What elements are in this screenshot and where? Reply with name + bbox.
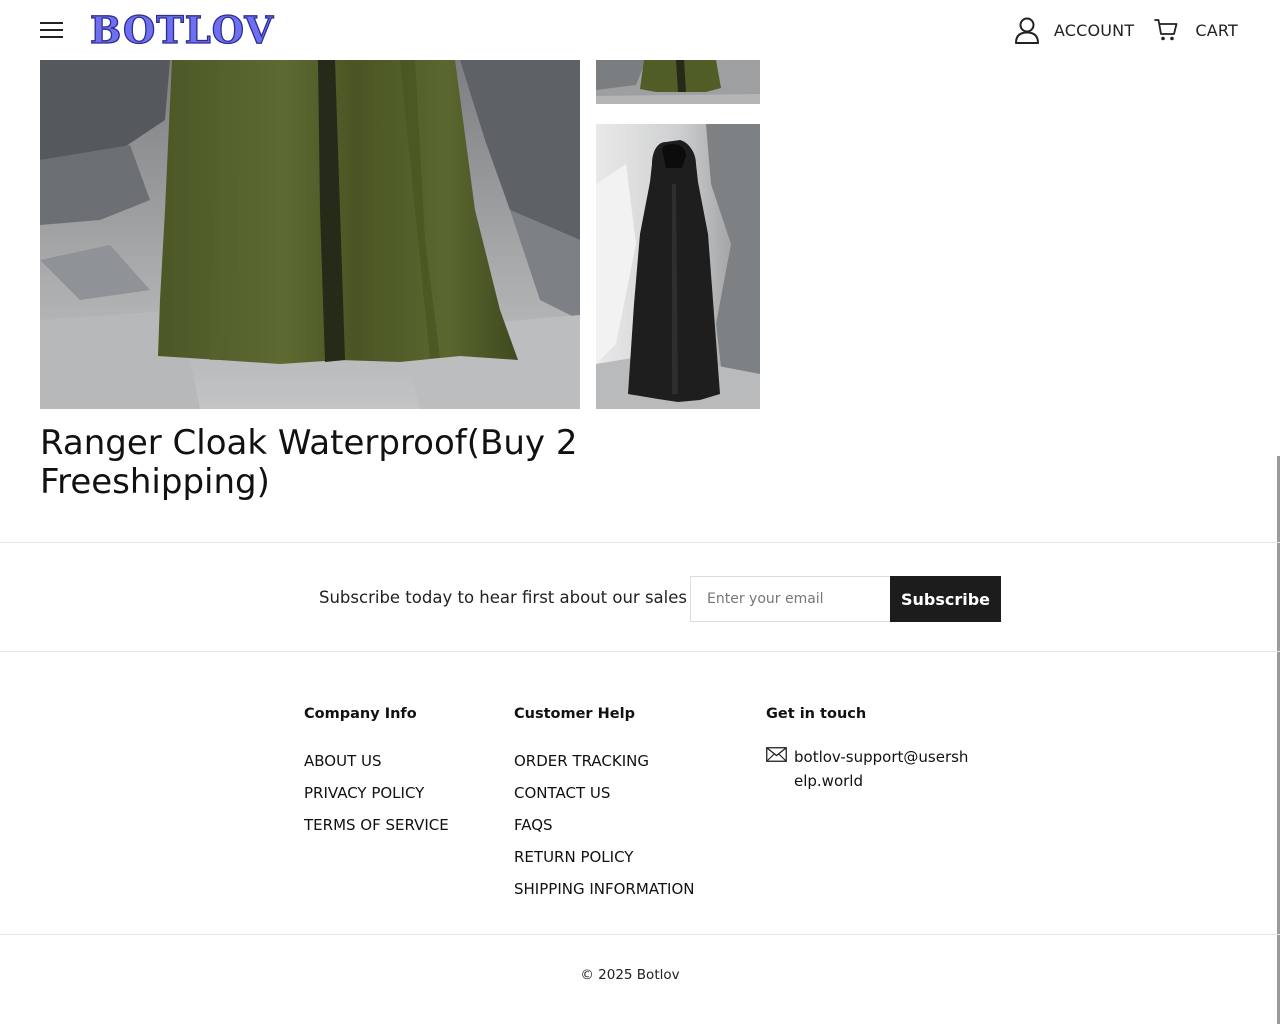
copyright-text: © 2025 Botlov xyxy=(580,967,680,983)
site-header: BOTLOV ACCOUNT CART xyxy=(0,0,1278,60)
envelope-icon xyxy=(766,747,787,762)
account-link[interactable]: ACCOUNT xyxy=(1014,16,1134,44)
user-icon xyxy=(1014,17,1039,44)
account-label: ACCOUNT xyxy=(1053,20,1135,40)
footer-link-about-us[interactable]: ABOUT US xyxy=(304,745,449,777)
product-title: Ranger Cloak Waterproof(Buy 2 Freeshippi… xyxy=(40,423,578,502)
shopping-cart-icon xyxy=(1154,19,1178,41)
site-logo[interactable]: BOTLOV xyxy=(89,7,274,52)
footer-link-faqs[interactable]: FAQS xyxy=(514,809,695,841)
footer-link-privacy-policy[interactable]: PRIVACY POLICY xyxy=(304,777,449,809)
footer-get-in-touch: Get in touch botlov-support@usershelp.wo… xyxy=(766,704,974,793)
subscribe-button[interactable]: Subscribe xyxy=(890,576,1001,622)
page: BOTLOV ACCOUNT CART Ranger Cloak Waterpr… xyxy=(0,0,1280,1024)
footer-company-info: Company Info ABOUT US PRIVACY POLICY TER… xyxy=(304,704,449,841)
product-thumbnail-2[interactable] xyxy=(596,124,760,409)
cloak-black-image xyxy=(596,124,760,409)
newsletter-section: Subscribe today to hear first about our … xyxy=(0,542,1280,652)
header-nav: ACCOUNT CART xyxy=(1014,14,1238,46)
cloak-green-image xyxy=(40,60,580,409)
cart-label: CART xyxy=(1195,20,1238,40)
footer-heading-touch: Get in touch xyxy=(766,706,867,722)
footer-link-order-tracking[interactable]: ORDER TRACKING xyxy=(514,745,695,777)
footer-divider xyxy=(0,934,1280,935)
newsletter-text: Subscribe today to hear first about our … xyxy=(319,588,687,607)
footer-heading-help: Customer Help xyxy=(514,706,635,722)
cart-link[interactable]: CART xyxy=(1154,18,1238,42)
contact-email-row: botlov-support@usershelp.world xyxy=(766,745,974,793)
product-thumbnail-1[interactable] xyxy=(596,60,760,104)
footer-heading-company: Company Info xyxy=(304,706,417,722)
email-input[interactable] xyxy=(690,576,890,622)
hamburger-menu-icon[interactable] xyxy=(40,20,64,40)
support-email-link[interactable]: botlov-support@usershelp.world xyxy=(794,745,974,793)
footer-link-terms-of-service[interactable]: TERMS OF SERVICE xyxy=(304,809,449,841)
footer-link-contact-us[interactable]: CONTACT US xyxy=(514,777,695,809)
footer-customer-help: Customer Help ORDER TRACKING CONTACT US … xyxy=(514,704,695,905)
footer-link-shipping-information[interactable]: SHIPPING INFORMATION xyxy=(514,873,695,905)
cloak-hem-image xyxy=(596,60,760,104)
footer-link-return-policy[interactable]: RETURN POLICY xyxy=(514,841,695,873)
product-main-image[interactable] xyxy=(40,60,580,409)
